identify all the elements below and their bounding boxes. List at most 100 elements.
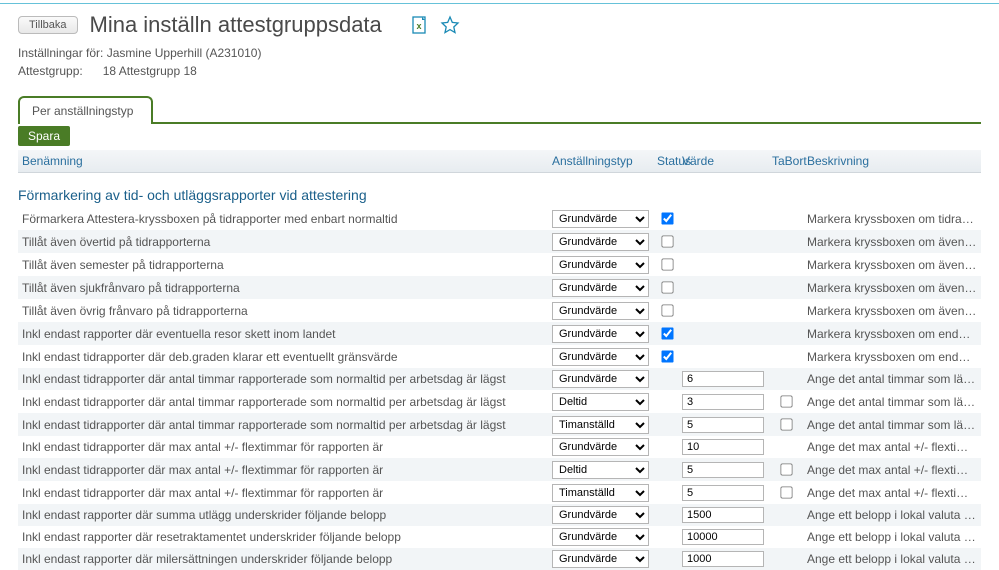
- row-name: Tillåt även övertid på tidrapporterna: [18, 230, 548, 253]
- settings-for-value: Jasmine Upperhill (A231010): [107, 46, 262, 60]
- attestgroup-value: 18 Attestgrupp 18: [103, 64, 197, 78]
- row-name: Tillåt även övrig frånvaro på tidrapport…: [18, 299, 548, 322]
- employment-select[interactable]: GrundvärdeDeltidTimanställd: [552, 416, 649, 434]
- table-row: Tillåt även sjukfrånvaro på tidrapporter…: [18, 276, 981, 299]
- value-input[interactable]: [682, 439, 764, 455]
- row-description: Markera kryssboxen om tidrapporter med e…: [803, 207, 981, 230]
- row-description: Ange det antal timmar som lägst måste bl…: [803, 390, 981, 413]
- row-description: Markera kryssboxen om även sjukfrånvaro …: [803, 276, 981, 299]
- row-description: Ange ett belopp i lokal valuta som det t…: [803, 526, 981, 548]
- table-row: Inkl endast rapporter där eventuella res…: [18, 322, 981, 345]
- value-input[interactable]: [682, 462, 764, 478]
- value-input[interactable]: [682, 485, 764, 501]
- settings-for-label: Inställningar för:: [18, 46, 103, 60]
- row-description: Markera kryssboxen om endast tidrapporte…: [803, 345, 981, 368]
- employment-select[interactable]: GrundvärdeDeltidTimanställd: [552, 210, 649, 228]
- col-header-value[interactable]: Värde: [678, 150, 768, 173]
- row-name: Inkl endast tidrapporter där max antal +…: [18, 458, 548, 481]
- table-row: Inkl endast tidrapporter där antal timma…: [18, 368, 981, 390]
- table-row: Förmarkera Attestera-kryssboxen på tidra…: [18, 207, 981, 230]
- row-name: Tillåt även sjukfrånvaro på tidrapporter…: [18, 276, 548, 299]
- row-name: Förmarkera Attestera-kryssboxen på tidra…: [18, 207, 548, 230]
- row-description: Ange ett belopp i lokal valuta som den t…: [803, 504, 981, 526]
- row-name: Inkl endast rapporter där eventuella res…: [18, 322, 548, 345]
- status-checkbox[interactable]: [661, 327, 673, 339]
- status-checkbox[interactable]: [661, 304, 673, 316]
- row-name: Inkl endast tidrapporter där max antal +…: [18, 481, 548, 504]
- delete-checkbox[interactable]: [780, 418, 792, 430]
- table-row: Inkl endast rapporter där summa utlägg u…: [18, 504, 981, 526]
- row-name: Inkl endast tidrapporter där antal timma…: [18, 413, 548, 436]
- table-row: Inkl endast rapporter där milersättninge…: [18, 548, 981, 570]
- table-row: Inkl endast tidrapporter där max antal +…: [18, 458, 981, 481]
- employment-select[interactable]: GrundvärdeDeltidTimanställd: [552, 233, 649, 251]
- delete-checkbox[interactable]: [780, 463, 792, 475]
- employment-select[interactable]: GrundvärdeDeltidTimanställd: [552, 348, 649, 366]
- employment-select[interactable]: GrundvärdeDeltidTimanställd: [552, 393, 649, 411]
- col-header-description[interactable]: Beskrivning: [803, 150, 981, 173]
- employment-select[interactable]: GrundvärdeDeltidTimanställd: [552, 438, 649, 456]
- status-checkbox[interactable]: [661, 212, 673, 224]
- table-row: Inkl endast tidrapporter där antal timma…: [18, 390, 981, 413]
- row-description: Ange det antal timmar som lägst måste bl…: [803, 413, 981, 436]
- row-description: Markera kryssboxen om endast rapporter m…: [803, 322, 981, 345]
- row-description: Ange det max antal +/- flextimmar som ti…: [803, 458, 981, 481]
- row-description: Ange ett belopp i lokal valuta som den t…: [803, 548, 981, 570]
- col-header-delete[interactable]: TaBort: [768, 150, 803, 173]
- employment-select[interactable]: GrundvärdeDeltidTimanställd: [552, 550, 649, 568]
- back-button[interactable]: Tillbaka: [18, 16, 78, 34]
- value-input[interactable]: [682, 507, 764, 523]
- table-row: Tillåt även övertid på tidrapporternaGru…: [18, 230, 981, 253]
- table-row: Tillåt även övrig frånvaro på tidrapport…: [18, 299, 981, 322]
- page-title: Mina inställn attestgruppsdata: [90, 12, 382, 38]
- row-description: Markera kryssboxen om även övertid tillå…: [803, 230, 981, 253]
- table-row: Inkl endast tidrapporter där max antal +…: [18, 481, 981, 504]
- table-row: Inkl endast tidrapporter där antal timma…: [18, 413, 981, 436]
- employment-select[interactable]: GrundvärdeDeltidTimanställd: [552, 506, 649, 524]
- svg-text:x: x: [416, 21, 421, 31]
- delete-checkbox[interactable]: [780, 486, 792, 498]
- status-checkbox[interactable]: [661, 258, 673, 270]
- employment-select[interactable]: GrundvärdeDeltidTimanställd: [552, 302, 649, 320]
- value-input[interactable]: [682, 394, 764, 410]
- favorite-star-icon[interactable]: [440, 15, 460, 35]
- employment-select[interactable]: GrundvärdeDeltidTimanställd: [552, 256, 649, 274]
- value-input[interactable]: [682, 551, 764, 567]
- employment-select[interactable]: GrundvärdeDeltidTimanställd: [552, 325, 649, 343]
- employment-select[interactable]: GrundvärdeDeltidTimanställd: [552, 279, 649, 297]
- attestgroup-label: Attestgrupp:: [18, 64, 83, 78]
- section-title: Förmarkering av tid- och utläggsrapporte…: [18, 173, 981, 207]
- col-header-employment[interactable]: Anställningstyp: [548, 150, 653, 173]
- row-name: Inkl endast rapporter där resetraktament…: [18, 526, 548, 548]
- row-name: Inkl endast tidrapporter där antal timma…: [18, 368, 548, 390]
- row-description: Ange det antal timmar som lägst måste bl…: [803, 368, 981, 390]
- table-row: Tillåt även semester på tidrapporternaGr…: [18, 253, 981, 276]
- row-name: Inkl endast tidrapporter där deb.graden …: [18, 345, 548, 368]
- tab-per-employment-type[interactable]: Per anställningstyp: [18, 96, 153, 124]
- col-header-name[interactable]: Benämning: [18, 150, 548, 173]
- row-description: Markera kryssboxen om även semester till…: [803, 253, 981, 276]
- export-excel-icon[interactable]: x: [410, 15, 430, 35]
- table-row: Inkl endast tidrapporter där max antal +…: [18, 436, 981, 458]
- row-description: Ange det max antal +/- flextimmar som ti…: [803, 436, 981, 458]
- table-row: Inkl endast tidrapporter där deb.graden …: [18, 345, 981, 368]
- row-name: Tillåt även semester på tidrapporterna: [18, 253, 548, 276]
- employment-select[interactable]: GrundvärdeDeltidTimanställd: [552, 461, 649, 479]
- delete-checkbox[interactable]: [780, 395, 792, 407]
- employment-select[interactable]: GrundvärdeDeltidTimanställd: [552, 484, 649, 502]
- value-input[interactable]: [682, 371, 764, 387]
- employment-select[interactable]: GrundvärdeDeltidTimanställd: [552, 528, 649, 546]
- row-name: Inkl endast tidrapporter där max antal +…: [18, 436, 548, 458]
- status-checkbox[interactable]: [661, 281, 673, 293]
- save-button[interactable]: Spara: [18, 126, 70, 146]
- col-header-status[interactable]: Status: [653, 150, 678, 173]
- row-description: Ange det max antal +/- flextimmar som ti…: [803, 481, 981, 504]
- value-input[interactable]: [682, 529, 764, 545]
- status-checkbox[interactable]: [661, 235, 673, 247]
- value-input[interactable]: [682, 417, 764, 433]
- table-row: Inkl endast rapporter där resetraktament…: [18, 526, 981, 548]
- employment-select[interactable]: GrundvärdeDeltidTimanställd: [552, 370, 649, 388]
- status-checkbox[interactable]: [661, 350, 673, 362]
- row-name: Inkl endast rapporter där milersättninge…: [18, 548, 548, 570]
- row-name: Inkl endast rapporter där summa utlägg u…: [18, 504, 548, 526]
